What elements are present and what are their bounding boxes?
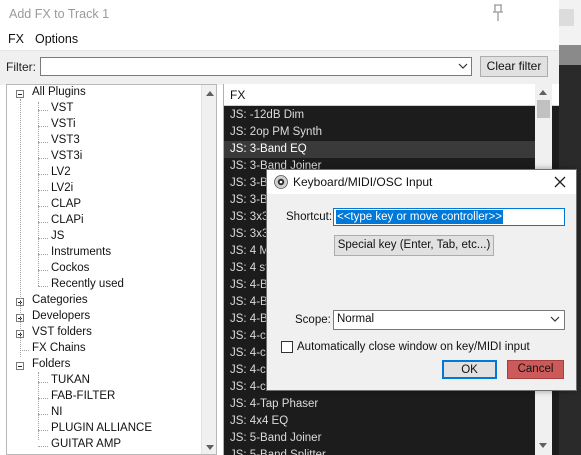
auto-close-label[interactable]: Automatically close window on key/MIDI i… [297, 341, 530, 353]
tree-connector [38, 430, 48, 431]
fx-scroll-thumb[interactable] [537, 100, 550, 118]
bg-button [559, 9, 574, 26]
tree-item[interactable]: LV2 [51, 166, 71, 178]
clear-filter-button[interactable]: Clear filter [480, 56, 548, 77]
fx-scroll-down-arrow-icon[interactable] [539, 443, 547, 448]
shortcut-input[interactable]: <<type key or move controller>> [333, 208, 565, 226]
cancel-button[interactable]: Cancel [507, 360, 564, 379]
tree-connector [38, 126, 48, 127]
tree-item[interactable]: JS [51, 230, 64, 242]
fx-list-item[interactable]: JS: -12dB Dim [224, 107, 536, 124]
tree-connector [38, 238, 48, 239]
fx-column-header[interactable]: FX [224, 84, 559, 106]
tree-connector [38, 206, 48, 207]
tree-item[interactable]: FAB-FILTER [51, 390, 115, 402]
tree-item[interactable]: NI [51, 406, 63, 418]
tree-item[interactable]: VSTi [51, 118, 76, 130]
filter-toolbar: Filter: Clear filter [0, 50, 559, 85]
tree-connector [38, 158, 48, 159]
menu-fx[interactable]: FX [8, 32, 24, 46]
tree-item[interactable]: CLAPi [51, 214, 84, 226]
auto-close-checkbox[interactable] [281, 341, 293, 353]
folder-tree: All Plugins VST VSTi VST3 VST3i LV2 LV2i CLAP CL… [6, 84, 217, 455]
tree-guide [38, 372, 39, 440]
title-bar: Add FX to Track 1 [0, 0, 559, 30]
tree-item[interactable]: All Plugins [32, 86, 86, 98]
tree-connector [38, 286, 48, 287]
tree-connector [20, 350, 29, 351]
filter-input[interactable] [40, 57, 472, 76]
tree-item[interactable]: Categories [32, 294, 88, 306]
tree-connector [38, 222, 48, 223]
scope-select[interactable]: Normal [333, 310, 565, 330]
special-key-button[interactable]: Special key (Enter, Tab, etc...) [334, 235, 494, 256]
fx-list-item[interactable]: JS: 4x4 EQ [224, 413, 536, 430]
close-icon[interactable] [552, 174, 568, 190]
fx-list-item[interactable]: JS: 5-Band Joiner [224, 430, 536, 447]
fx-list-item[interactable]: JS: 3-Band EQ [224, 141, 536, 158]
tree-item[interactable]: Developers [32, 310, 90, 322]
tree-item[interactable]: VST3i [51, 150, 82, 162]
menu-bar: FX Options [0, 30, 559, 50]
tree-item[interactable]: VST3 [51, 134, 80, 146]
tree-item[interactable]: GUITAR AMP [51, 438, 121, 450]
reaper-logo-icon [274, 175, 288, 189]
shortcut-label: Shortcut: [286, 211, 333, 223]
tree-connector [38, 382, 48, 383]
tree-item[interactable]: LV2i [51, 182, 73, 194]
tree-guide [38, 102, 39, 286]
tree-guide [20, 99, 21, 357]
pin-icon[interactable] [489, 3, 507, 23]
collapse-icon[interactable] [16, 362, 24, 370]
fx-list-item[interactable]: JS: 2op PM Synth [224, 124, 536, 141]
dialog-title: Keyboard/MIDI/OSC Input [293, 175, 433, 189]
scroll-up-arrow-icon[interactable] [206, 91, 214, 96]
tree-item[interactable]: CLAP [51, 198, 81, 210]
keyboard-midi-osc-dialog: Keyboard/MIDI/OSC Input Shortcut: <<type… [266, 169, 577, 391]
window-title: Add FX to Track 1 [9, 7, 110, 21]
tree-item[interactable]: Recently used [51, 278, 124, 290]
tree-connector [38, 398, 48, 399]
tree-item[interactable]: FX Chains [32, 342, 86, 354]
chevron-down-icon [550, 316, 560, 322]
collapse-icon[interactable] [16, 90, 24, 98]
tree-connector [38, 254, 48, 255]
tree-scrollbar[interactable] [201, 85, 216, 454]
scroll-down-arrow-icon[interactable] [206, 445, 214, 450]
dialog-title-bar: Keyboard/MIDI/OSC Input [267, 170, 576, 194]
tree-item[interactable]: PLUGIN ALLIANCE [51, 422, 152, 434]
tree-item[interactable]: Cockos [51, 262, 89, 274]
tree-connector [38, 190, 48, 191]
tree-item[interactable]: Instruments [51, 246, 111, 258]
tree-item[interactable]: Folders [32, 358, 70, 370]
tree-item[interactable]: VST [51, 102, 73, 114]
tree-connector [38, 270, 48, 271]
tree-connector [38, 142, 48, 143]
tree-connector [38, 414, 48, 415]
bg-panel-dark [559, 45, 581, 65]
ok-button[interactable]: OK [442, 360, 497, 379]
menu-options[interactable]: Options [35, 32, 78, 46]
filter-history-chevron-icon[interactable] [455, 58, 471, 75]
filter-label: Filter: [6, 60, 36, 74]
tree-connector [38, 174, 48, 175]
tree-connector [38, 110, 48, 111]
scope-label: Scope: [295, 314, 331, 326]
tree-item[interactable]: VST folders [32, 326, 92, 338]
tree-connector [38, 446, 48, 447]
tree-item[interactable]: TUKAN [51, 374, 90, 386]
fx-scroll-up-arrow-icon[interactable] [539, 90, 547, 95]
fx-list-item[interactable]: JS: 4-Tap Phaser [224, 396, 536, 413]
fx-list-item[interactable]: JS: 5-Band Splitter [224, 447, 536, 455]
